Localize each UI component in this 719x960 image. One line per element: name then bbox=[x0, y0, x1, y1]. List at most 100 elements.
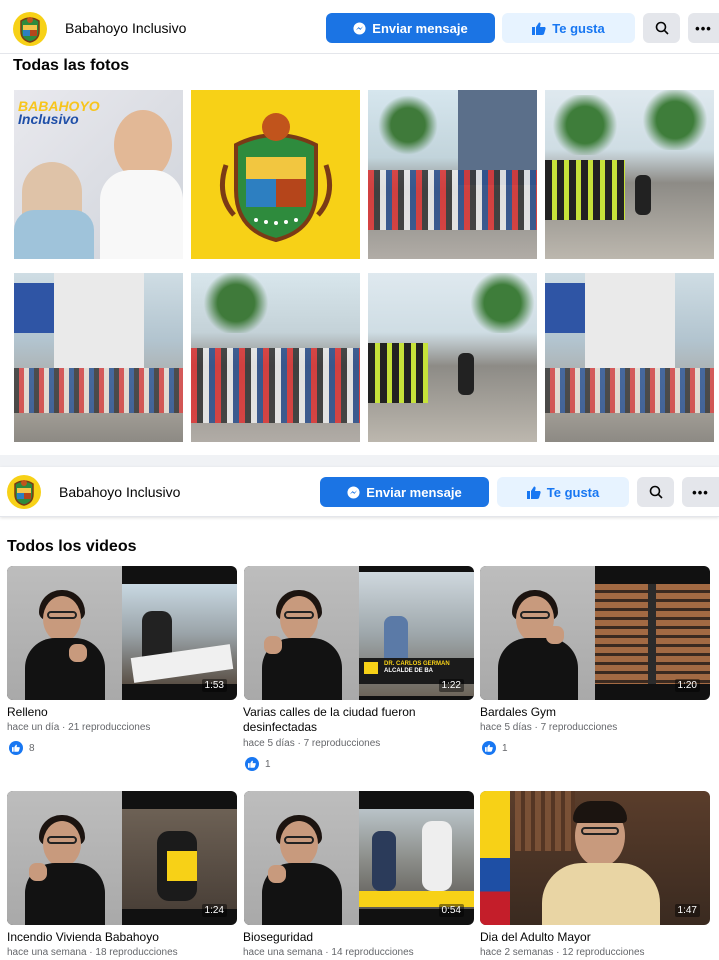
officers bbox=[368, 343, 428, 403]
photo-thumbnail[interactable] bbox=[14, 273, 183, 442]
video-likes: 1 bbox=[482, 741, 508, 755]
interpreter-glasses bbox=[284, 611, 314, 619]
interpreter-face bbox=[43, 596, 81, 642]
video-title[interactable]: Varias calles de la ciudad fueron desinf… bbox=[243, 705, 438, 735]
photo-thumbnail[interactable]: BABAHOYO Inclusivo bbox=[14, 90, 183, 259]
signing-hand bbox=[268, 865, 286, 883]
video-likes: 8 bbox=[9, 741, 35, 755]
speaker-shirt bbox=[542, 863, 660, 925]
page-name[interactable]: Babahoyo Inclusivo bbox=[59, 484, 180, 500]
search-button[interactable] bbox=[637, 477, 674, 507]
palm-tree bbox=[468, 273, 537, 333]
queue bbox=[14, 368, 183, 413]
more-icon: ••• bbox=[695, 20, 712, 36]
child-shirt bbox=[14, 210, 94, 259]
video-thumbnail[interactable]: 1:53 bbox=[7, 566, 237, 700]
bookshelf bbox=[515, 791, 575, 851]
crest-icon bbox=[20, 17, 40, 43]
palm-tree bbox=[201, 273, 271, 333]
like-reaction-icon bbox=[9, 741, 23, 755]
signing-hand bbox=[29, 863, 47, 881]
interpreter-glasses bbox=[47, 611, 77, 619]
send-message-label: Enviar mensaje bbox=[366, 484, 462, 500]
interpreter-glasses bbox=[47, 836, 77, 844]
like-page-button[interactable]: Te gusta bbox=[502, 13, 635, 43]
like-reaction-icon bbox=[482, 741, 496, 755]
like-count: 1 bbox=[265, 758, 271, 770]
signing-hand bbox=[69, 644, 87, 662]
video-title[interactable]: Bardales Gym bbox=[480, 705, 712, 720]
videos-section-title: Todos los videos bbox=[7, 538, 137, 555]
more-icon: ••• bbox=[692, 484, 709, 500]
interpreter-body bbox=[25, 638, 105, 700]
video-scene-bag bbox=[167, 851, 197, 881]
photo-thumbnail[interactable] bbox=[368, 273, 537, 442]
video-thumbnail[interactable]: 0:54 bbox=[244, 791, 474, 925]
search-button[interactable] bbox=[643, 13, 680, 43]
shop-sign bbox=[545, 283, 585, 333]
like-reaction-icon bbox=[245, 757, 259, 771]
search-icon bbox=[649, 485, 663, 499]
thumbs-up-icon bbox=[526, 486, 541, 499]
video-title[interactable]: Bioseguridad bbox=[243, 930, 475, 945]
video-meta: hace 2 semanas · 12 reproducciones bbox=[480, 947, 645, 958]
video-duration: 1:53 bbox=[201, 679, 227, 692]
building bbox=[54, 273, 144, 368]
video-duration: 1:47 bbox=[674, 904, 700, 917]
like-label: Te gusta bbox=[552, 20, 605, 36]
more-options-button[interactable]: ••• bbox=[688, 13, 719, 43]
crest-icon bbox=[14, 480, 34, 506]
video-thumbnail[interactable]: 1:20 bbox=[480, 566, 710, 700]
video-likes: 1 bbox=[245, 757, 271, 771]
interpreter-body bbox=[498, 638, 578, 700]
photo-thumbnail[interactable] bbox=[191, 90, 360, 259]
interpreter-face bbox=[43, 821, 81, 867]
video-scene-divider bbox=[648, 584, 656, 684]
speaker-glasses bbox=[581, 827, 619, 835]
search-icon bbox=[655, 21, 669, 35]
video-meta: hace 5 días · 7 reproducciones bbox=[243, 738, 381, 749]
video-thumbnail[interactable]: DR. CARLOS GERMAN ALCALDE DE BA 1:22 bbox=[244, 566, 474, 700]
cyclist bbox=[635, 175, 651, 215]
signing-hand bbox=[264, 636, 282, 654]
video-title[interactable]: Relleno bbox=[7, 705, 239, 720]
page-name[interactable]: Babahoyo Inclusivo bbox=[65, 20, 186, 36]
photo-thumbnail[interactable] bbox=[368, 90, 537, 259]
send-message-button[interactable]: Enviar mensaje bbox=[320, 477, 489, 507]
send-message-button[interactable]: Enviar mensaje bbox=[326, 13, 495, 43]
video-thumbnail[interactable]: 1:24 bbox=[7, 791, 237, 925]
more-options-button[interactable]: ••• bbox=[682, 477, 719, 507]
like-count: 1 bbox=[502, 742, 508, 754]
lower-third-badge bbox=[364, 662, 378, 674]
photo-thumbnail[interactable] bbox=[545, 90, 714, 259]
doctor-coat bbox=[100, 170, 183, 259]
officers bbox=[545, 160, 625, 220]
video-title[interactable]: Dia del Adulto Mayor bbox=[480, 930, 712, 945]
interpreter-face bbox=[280, 596, 318, 642]
messenger-icon bbox=[353, 21, 366, 35]
video-meta: hace una semana · 18 reproducciones bbox=[7, 947, 178, 958]
photo-thumbnail[interactable] bbox=[191, 273, 360, 442]
video-thumbnail[interactable]: 1:47 bbox=[480, 791, 710, 925]
like-page-button[interactable]: Te gusta bbox=[497, 477, 629, 507]
video-scene-figure bbox=[372, 831, 396, 891]
video-duration: 1:20 bbox=[674, 679, 700, 692]
speaker-hair bbox=[573, 801, 627, 823]
interpreter-glasses bbox=[284, 836, 314, 844]
crest-icon bbox=[219, 112, 332, 242]
photo-thumbnail[interactable] bbox=[545, 273, 714, 442]
thumbs-up-icon bbox=[532, 22, 546, 35]
page-avatar[interactable] bbox=[13, 12, 47, 46]
video-meta: hace un día · 21 reproducciones bbox=[7, 722, 151, 733]
page-avatar[interactable] bbox=[7, 475, 41, 509]
messenger-icon bbox=[347, 485, 360, 499]
page-header: Babahoyo Inclusivo Enviar mensaje Te gus… bbox=[0, 467, 719, 517]
video-title[interactable]: Incendio Vivienda Babahoyo bbox=[7, 930, 239, 945]
palm-tree bbox=[640, 90, 710, 150]
video-scene-figure bbox=[422, 821, 452, 891]
flag bbox=[480, 791, 510, 925]
lower-third-text: DR. CARLOS GERMAN ALCALDE DE BA bbox=[384, 661, 450, 674]
interpreter-glasses bbox=[520, 611, 550, 619]
signing-hand bbox=[546, 626, 564, 644]
interpreter-face bbox=[280, 821, 318, 867]
